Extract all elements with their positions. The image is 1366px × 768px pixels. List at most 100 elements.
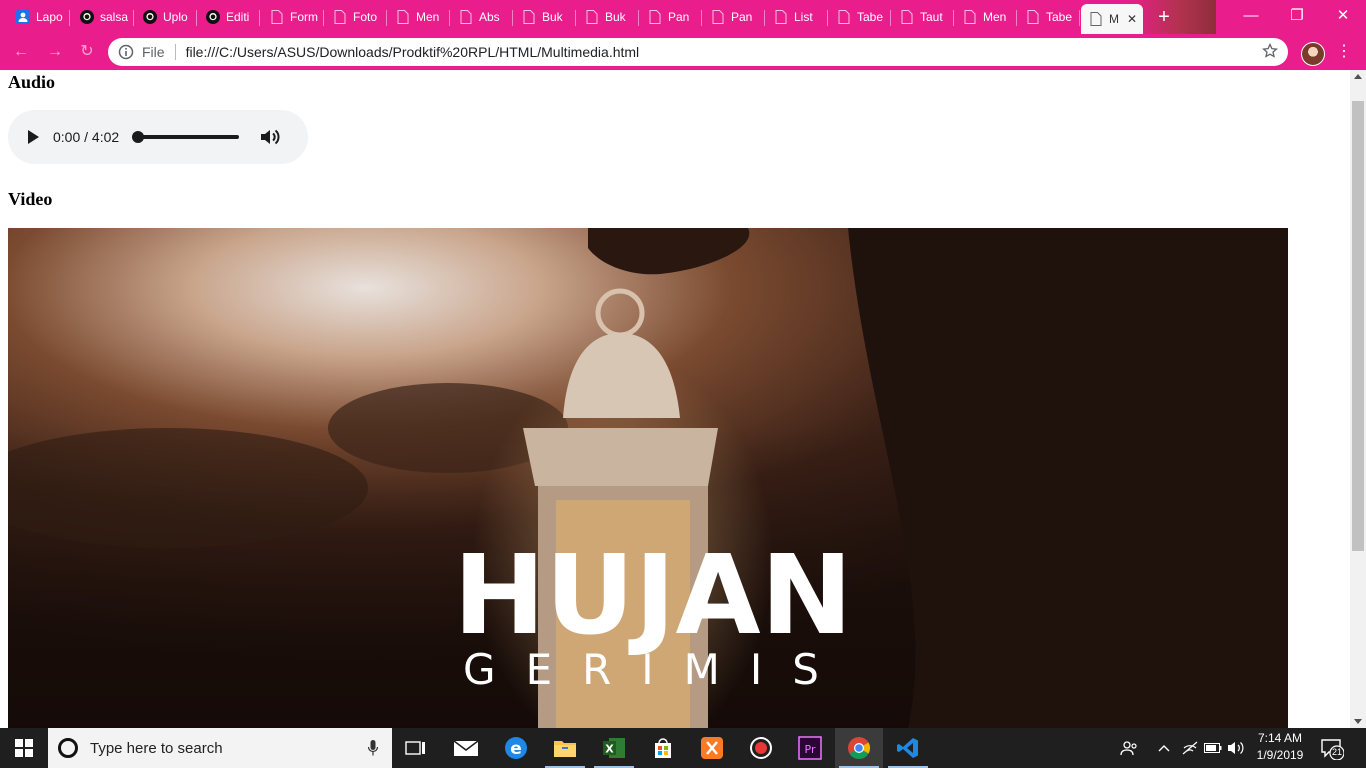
tab-active[interactable]: M ✕	[1081, 4, 1143, 34]
tab-5[interactable]: Form	[262, 4, 324, 30]
tab-strip: Lapo salsa Uplo Editi Form Foto Men Abs …	[0, 0, 1366, 34]
address-bar[interactable]: File file:///C:/Users/ASUS/Downloads/Pro…	[108, 38, 1288, 66]
tab-6[interactable]: Foto	[325, 4, 387, 30]
page-scrollbar[interactable]	[1350, 70, 1366, 728]
play-icon[interactable]	[28, 130, 39, 144]
file-icon	[900, 10, 914, 24]
tab-7[interactable]: Men	[388, 4, 450, 30]
speaker-icon[interactable]	[1224, 728, 1248, 768]
new-tab-button[interactable]: +	[1152, 6, 1176, 28]
minimize-button[interactable]: —	[1228, 0, 1274, 32]
search-placeholder: Type here to search	[90, 739, 223, 757]
video-player[interactable]: HUJAN GERIMIS	[8, 228, 1288, 728]
audio-heading: Audio	[8, 72, 56, 92]
close-tab-icon[interactable]: ✕	[1127, 12, 1137, 26]
file-icon	[585, 10, 599, 24]
restore-button[interactable]: ❐	[1274, 0, 1320, 32]
tab-2[interactable]: salsa	[72, 4, 134, 30]
scroll-up-icon[interactable]	[1354, 74, 1362, 79]
person-icon	[16, 10, 30, 24]
page-content: Audio 0:00 / 4:02 Video HUJAN GERIMIS	[0, 70, 1350, 728]
system-clock[interactable]: 7:14 AM 1/9/2019	[1250, 730, 1310, 764]
mail-icon[interactable]	[442, 728, 490, 768]
svg-text:Pr: Pr	[805, 743, 816, 756]
audio-seek-thumb[interactable]	[132, 131, 145, 143]
file-icon	[459, 10, 473, 24]
wifi-icon[interactable]	[1178, 728, 1202, 768]
video-frame: HUJAN GERIMIS	[8, 228, 1288, 728]
audio-time: 0:00 / 4:02	[53, 129, 120, 145]
tab-16[interactable]: Men	[955, 4, 1017, 30]
audio-player[interactable]: 0:00 / 4:02	[8, 110, 308, 164]
file-icon	[774, 10, 788, 24]
video-title: HUJAN	[453, 531, 853, 659]
file-icon	[1026, 10, 1040, 24]
store-icon[interactable]	[639, 728, 687, 768]
tab-11[interactable]: Pan	[640, 4, 702, 30]
task-view-icon[interactable]	[392, 728, 440, 768]
file-icon	[1089, 12, 1103, 26]
menu-dots-icon[interactable]: ⋮	[1336, 42, 1352, 62]
file-icon	[963, 10, 977, 24]
notification-center-icon[interactable]: 21	[1320, 736, 1345, 761]
edge-icon[interactable]: e	[492, 728, 540, 768]
file-icon	[648, 10, 662, 24]
svg-text:X: X	[605, 743, 614, 756]
tab-4[interactable]: Editi	[198, 4, 260, 30]
excel-icon[interactable]: X	[590, 728, 638, 768]
clock-time: 7:14 AM	[1257, 731, 1303, 745]
file-icon	[270, 10, 284, 24]
cortana-icon	[58, 738, 78, 758]
clock-date: 1/9/2019	[1256, 748, 1304, 762]
browser-toolbar: ← → ↻ File file:///C:/Users/ASUS/Downloa…	[0, 34, 1366, 70]
forward-icon[interactable]: →	[44, 42, 66, 62]
reload-icon[interactable]: ↻	[76, 42, 98, 62]
profile-avatar[interactable]	[1301, 42, 1325, 66]
notification-count: 21	[1331, 747, 1342, 757]
chevron-up-icon[interactable]	[1152, 728, 1176, 768]
tab-9[interactable]: Buk	[514, 4, 576, 30]
github-icon	[143, 10, 157, 24]
scheme-label: File	[142, 44, 165, 60]
scroll-thumb[interactable]	[1352, 101, 1364, 551]
video-subtitle: GERIMIS	[463, 645, 849, 694]
tab-12[interactable]: Pan	[703, 4, 765, 30]
file-icon	[711, 10, 725, 24]
tab-13[interactable]: List	[766, 4, 828, 30]
microphone-icon[interactable]	[368, 740, 378, 756]
taskbar-search[interactable]: Type here to search	[48, 728, 392, 768]
battery-icon[interactable]	[1201, 728, 1225, 768]
people-icon[interactable]	[1116, 728, 1142, 768]
github-icon	[206, 10, 220, 24]
video-heading: Video	[8, 189, 53, 209]
file-icon	[522, 10, 536, 24]
scroll-down-icon[interactable]	[1354, 719, 1362, 724]
file-explorer-icon[interactable]	[541, 728, 589, 768]
back-icon[interactable]: ←	[10, 42, 32, 62]
tab-3[interactable]: Uplo	[135, 4, 197, 30]
github-icon	[80, 10, 94, 24]
close-window-button[interactable]: ✕	[1320, 0, 1366, 32]
tab-17[interactable]: Tabe	[1018, 4, 1080, 30]
screen-recorder-icon[interactable]	[737, 728, 785, 768]
tab-10[interactable]: Buk	[577, 4, 639, 30]
volume-icon[interactable]	[259, 127, 281, 147]
file-icon	[396, 10, 410, 24]
tab-8[interactable]: Abs	[451, 4, 513, 30]
audio-seek-bar[interactable]	[132, 131, 240, 143]
tab-14[interactable]: Tabe	[829, 4, 891, 30]
svg-text:e: e	[510, 739, 522, 759]
tab-1[interactable]: Lapo	[8, 4, 70, 30]
info-icon[interactable]	[118, 44, 134, 60]
premiere-icon[interactable]: Pr	[786, 728, 834, 768]
bookmark-star-icon[interactable]	[1262, 43, 1278, 59]
xampp-icon[interactable]	[688, 728, 736, 768]
tab-15[interactable]: Taut	[892, 4, 954, 30]
url-text[interactable]: file:///C:/Users/ASUS/Downloads/Prodktif…	[186, 44, 640, 60]
taskbar: Type here to search e X Pr 7:14 AM 1/9/2…	[0, 728, 1366, 768]
chrome-icon[interactable]	[835, 728, 883, 768]
address-divider	[174, 44, 176, 60]
vscode-icon[interactable]	[884, 728, 932, 768]
file-icon	[333, 10, 347, 24]
windows-start-icon[interactable]	[0, 728, 48, 768]
